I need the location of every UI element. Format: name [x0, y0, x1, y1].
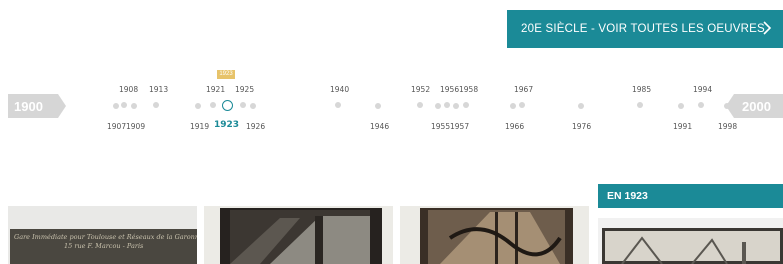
year-label-bottom[interactable]: 1919 — [190, 122, 209, 131]
artwork-inscription: Gare Immédiate pour Toulouse et Réseaux … — [14, 233, 197, 251]
year-label-bottom[interactable]: 1955 — [431, 122, 450, 131]
year-label-bottom[interactable]: 1998 — [718, 122, 737, 131]
timeline-dot[interactable] — [435, 103, 441, 109]
view-all-works-button[interactable]: 20E SIÈCLE - VOIR TOUTES LES OEUVRES — [507, 10, 783, 48]
timeline-dot[interactable] — [453, 103, 459, 109]
timeline-dot[interactable] — [210, 102, 216, 108]
selected-year-label[interactable]: 1923 — [214, 120, 239, 130]
timeline-dot[interactable] — [578, 103, 584, 109]
year-section-heading: EN 1923 — [598, 184, 783, 208]
year-label-bottom[interactable]: 1966 — [505, 122, 524, 131]
timeline-dot[interactable] — [510, 103, 516, 109]
year-label-bottom[interactable]: 1976 — [572, 122, 591, 131]
timeline-dot[interactable] — [113, 103, 119, 109]
year-label-bottom[interactable]: 1991 — [673, 122, 692, 131]
inscription-line: Gare Immédiate pour Toulouse et Réseaux … — [14, 233, 197, 241]
timeline-dot[interactable] — [250, 103, 256, 109]
selected-timeline-dot[interactable] — [222, 100, 233, 111]
year-label-bottom[interactable]: 1909 — [126, 122, 145, 131]
year-label-top[interactable]: 1940 — [330, 85, 349, 94]
timeline: 1923 1900 2000 1908 1913 1921 1925 1940 … — [0, 60, 783, 160]
timeline-dot[interactable] — [678, 103, 684, 109]
year-label-top[interactable]: 1956 — [440, 85, 459, 94]
artwork-thumbnail — [220, 208, 382, 264]
year-label-top[interactable]: 1994 — [693, 85, 712, 94]
view-all-works-label: 20E SIÈCLE - VOIR TOUTES LES OEUVRES — [521, 23, 765, 35]
year-label-top[interactable]: 1908 — [119, 85, 138, 94]
timeline-dot[interactable] — [698, 102, 704, 108]
timeline-dot[interactable] — [121, 102, 127, 108]
timeline-dot[interactable] — [724, 103, 730, 109]
year-label-top[interactable]: 1958 — [459, 85, 478, 94]
hover-year-tag: 1923 — [217, 70, 235, 79]
timeline-dot[interactable] — [417, 102, 423, 108]
year-label-top[interactable]: 1913 — [149, 85, 168, 94]
artwork-card[interactable] — [598, 218, 783, 264]
year-label-bottom[interactable]: 1946 — [370, 122, 389, 131]
year-label-top[interactable]: 1925 — [235, 85, 254, 94]
year-section-heading-label: EN 1923 — [607, 190, 648, 202]
year-label-top[interactable]: 1985 — [632, 85, 651, 94]
timeline-dot[interactable] — [637, 102, 643, 108]
inscription-line: 15 rue F. Marcou - Paris — [64, 242, 144, 250]
timeline-start-marker[interactable]: 1900 — [8, 94, 66, 118]
timeline-dot[interactable] — [463, 102, 469, 108]
artwork-card[interactable] — [204, 206, 393, 264]
timeline-dot[interactable] — [153, 102, 159, 108]
timeline-end-label: 2000 — [742, 98, 771, 114]
timeline-end-marker[interactable]: 2000 — [726, 94, 783, 118]
timeline-dot[interactable] — [375, 103, 381, 109]
timeline-dot[interactable] — [131, 103, 137, 109]
artwork-thumbnail — [420, 208, 573, 264]
year-label-top[interactable]: 1921 — [206, 85, 225, 94]
timeline-dot[interactable] — [519, 102, 525, 108]
year-label-bottom[interactable]: 1957 — [450, 122, 469, 131]
chevron-right-icon — [763, 21, 772, 35]
artwork-card[interactable]: Gare Immédiate pour Toulouse et Réseaux … — [8, 206, 197, 264]
timeline-dot[interactable] — [335, 102, 341, 108]
artwork-thumbnail: Gare Immédiate pour Toulouse et Réseaux … — [10, 229, 197, 264]
year-label-bottom[interactable]: 1926 — [246, 122, 265, 131]
year-label-bottom[interactable]: 1907 — [107, 122, 126, 131]
timeline-dot[interactable] — [444, 102, 450, 108]
year-label-top[interactable]: 1967 — [514, 85, 533, 94]
year-label-top[interactable]: 1952 — [411, 85, 430, 94]
timeline-dot[interactable] — [195, 103, 201, 109]
artwork-card[interactable] — [400, 206, 589, 264]
timeline-dot[interactable] — [240, 102, 246, 108]
artwork-thumbnail — [602, 228, 783, 264]
timeline-start-label: 1900 — [14, 98, 43, 114]
